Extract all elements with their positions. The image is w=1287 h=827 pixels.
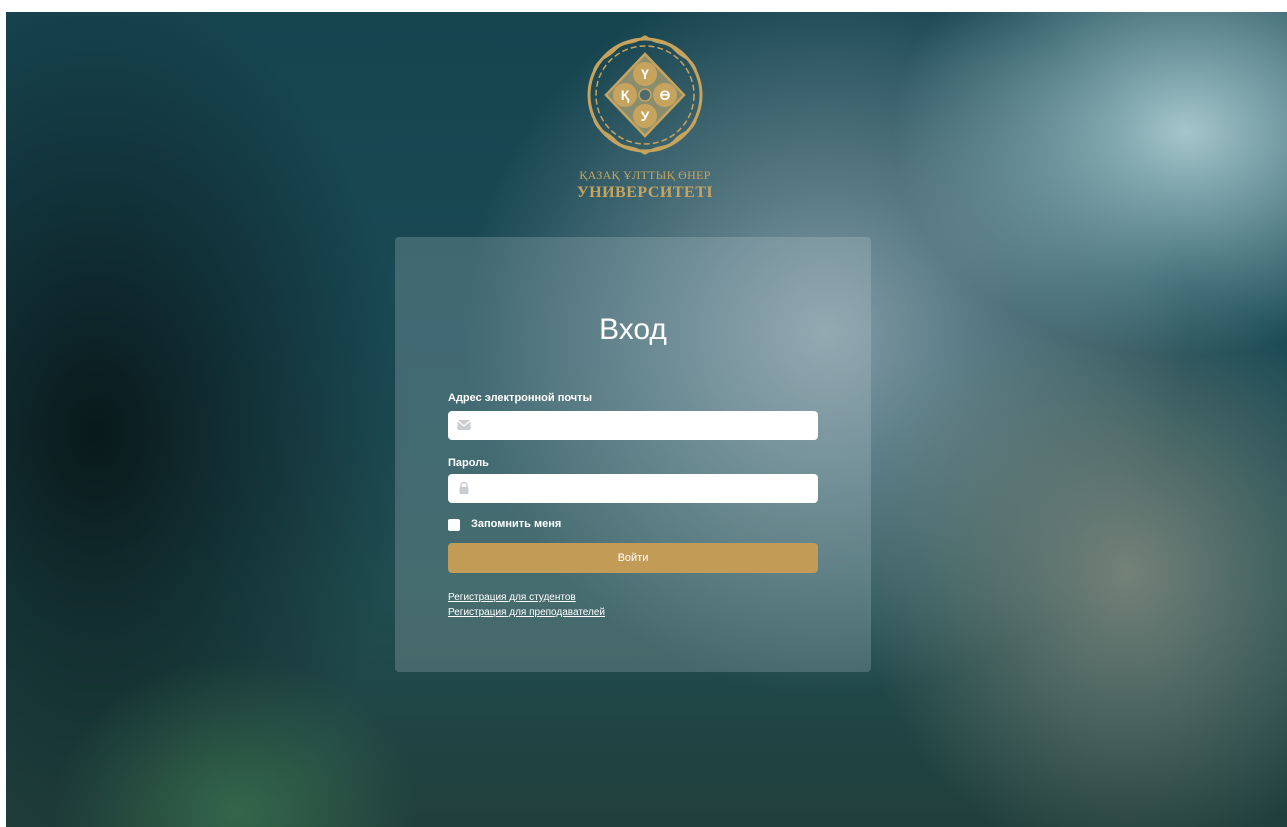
university-emblem-icon: Ү Қ Ө У <box>587 35 703 155</box>
login-button[interactable]: Войти <box>448 543 818 573</box>
university-name-line2: УНИВЕРСИТЕТІ <box>576 184 714 201</box>
login-title: Вход <box>599 313 667 346</box>
password-label: Пароль <box>448 457 489 469</box>
emblem-letter-bottom: У <box>641 108 650 124</box>
envelope-icon <box>457 420 471 430</box>
university-logo: Ү Қ Ө У ҚАЗАҚ ҰЛТТЫҚ ӨНЕР УНИВЕРСИТЕТІ <box>570 32 720 212</box>
register-students-link[interactable]: Регистрация для студентов <box>448 592 576 603</box>
emblem-letter-left: Қ <box>621 87 630 103</box>
remember-me-label: Запомнить меня <box>471 518 562 530</box>
university-name-line1: ҚАЗАҚ ҰЛТТЫҚ ӨНЕР <box>579 168 711 182</box>
page-background: Ү Қ Ө У ҚАЗАҚ ҰЛТТЫҚ ӨНЕР УНИВЕРСИТЕТІ В… <box>6 12 1287 827</box>
email-label: Адрес электронной почты <box>448 392 592 404</box>
lock-icon <box>459 482 469 494</box>
emblem-letter-top: Ү <box>641 66 649 82</box>
register-teachers-link[interactable]: Регистрация для преподавателей <box>448 607 605 618</box>
email-field[interactable] <box>448 411 818 440</box>
login-card: Вход Адрес электронной почты Пароль Запо… <box>395 237 871 672</box>
remember-me-checkbox[interactable] <box>448 519 460 531</box>
password-field[interactable] <box>448 474 818 503</box>
emblem-letter-right: Ө <box>660 87 671 103</box>
